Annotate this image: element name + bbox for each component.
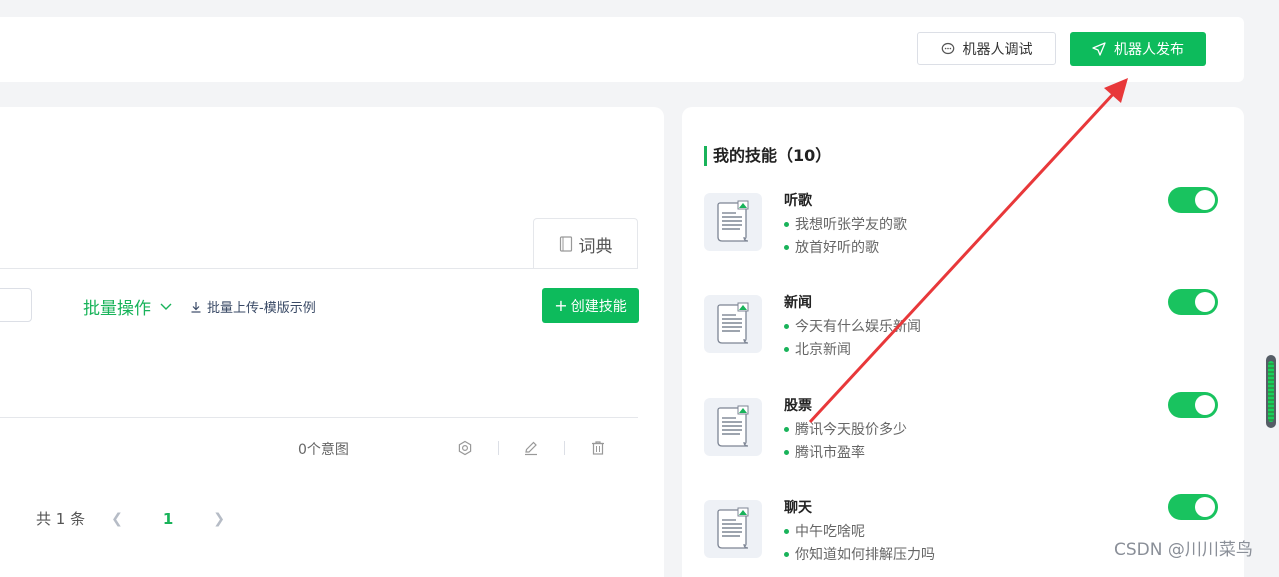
skill-example: 北京新闻 xyxy=(784,339,851,359)
skill-example: 放首好听的歌 xyxy=(784,237,879,257)
batch-upload-label: 批量上传-模版示例 xyxy=(207,301,316,316)
document-icon xyxy=(704,398,762,456)
skill-example-text: 腾讯市盈率 xyxy=(795,445,865,461)
edit-icon[interactable] xyxy=(523,440,539,456)
skill-example-text: 你知道如何排解压力吗 xyxy=(795,547,935,563)
gear-icon[interactable] xyxy=(457,440,473,456)
skill-toggle[interactable] xyxy=(1168,392,1218,418)
tab-dictionary[interactable]: 词典 xyxy=(533,218,638,269)
batch-operation-label: 批量操作 xyxy=(83,299,151,319)
skill-example-text: 北京新闻 xyxy=(795,342,851,358)
pagination: 共 1 条 ❮ 1 ❯ xyxy=(36,508,225,529)
skill-name: 股票 xyxy=(784,398,812,414)
my-skills-title: 我的技能（10） xyxy=(704,146,831,166)
bullet-dot xyxy=(784,346,789,352)
scrollbar-grip xyxy=(1268,361,1274,422)
toggle-knob xyxy=(1195,292,1215,312)
book-icon xyxy=(559,236,572,252)
divider xyxy=(498,441,499,455)
send-icon xyxy=(1092,42,1106,56)
batch-operation-dropdown[interactable]: 批量操作 xyxy=(83,294,173,319)
document-icon xyxy=(704,193,762,251)
watermark: CSDN @川川菜鸟 xyxy=(1114,540,1253,560)
bullet-dot xyxy=(784,426,789,432)
chevron-right-icon[interactable]: ❯ xyxy=(213,511,225,527)
plus-icon: + xyxy=(554,296,568,315)
chevron-down-icon xyxy=(160,303,172,310)
skill-example: 腾讯今天股价多少 xyxy=(784,419,907,439)
toggle-knob xyxy=(1195,497,1215,517)
intent-count: 0个意图 xyxy=(298,442,349,458)
skill-example: 中午吃啥呢 xyxy=(784,521,865,541)
scrollbar-thumb[interactable] xyxy=(1266,355,1276,428)
skill-example-text: 中午吃啥呢 xyxy=(795,524,865,540)
skill-item[interactable]: 听歌 我想听张学友的歌 放首好听的歌 xyxy=(704,187,1218,263)
top-toolbar xyxy=(0,17,1244,82)
skill-name: 听歌 xyxy=(784,193,812,209)
create-skill-label: 创建技能 xyxy=(570,298,627,315)
skill-example: 你知道如何排解压力吗 xyxy=(784,544,935,564)
divider xyxy=(564,441,565,455)
bullet-dot xyxy=(784,323,789,329)
bullet-dot xyxy=(784,244,789,250)
skill-example: 腾讯市盈率 xyxy=(784,442,865,462)
skill-toggle[interactable] xyxy=(1168,187,1218,213)
skill-example-text: 放首好听的歌 xyxy=(795,240,879,256)
trash-icon[interactable] xyxy=(590,440,606,456)
toggle-knob xyxy=(1195,190,1215,210)
chevron-left-icon[interactable]: ❮ xyxy=(111,511,123,527)
chat-bubble-icon xyxy=(941,42,954,54)
skill-name: 聊天 xyxy=(784,500,812,516)
robot-debug-label: 机器人调试 xyxy=(962,41,1033,58)
skill-name: 新闻 xyxy=(784,295,812,311)
search-input[interactable] xyxy=(0,288,32,322)
toggle-knob xyxy=(1195,395,1215,415)
skill-example: 今天有什么娱乐新闻 xyxy=(784,316,921,336)
download-icon xyxy=(191,301,201,313)
bullet-dot xyxy=(784,528,789,534)
skill-toggle[interactable] xyxy=(1168,494,1218,520)
divider xyxy=(0,268,638,269)
robot-publish-button[interactable]: 机器人发布 xyxy=(1070,32,1206,66)
skill-example: 我想听张学友的歌 xyxy=(784,214,907,234)
skill-item[interactable]: 股票 腾讯今天股价多少 腾讯市盈率 xyxy=(704,392,1218,468)
skill-example-text: 今天有什么娱乐新闻 xyxy=(795,319,921,335)
create-skill-button[interactable]: + 创建技能 xyxy=(542,288,639,323)
skill-example-text: 腾讯今天股价多少 xyxy=(795,422,907,438)
bullet-dot xyxy=(784,221,789,227)
document-icon xyxy=(704,295,762,353)
skill-toggle[interactable] xyxy=(1168,289,1218,315)
divider xyxy=(0,417,638,418)
skill-item[interactable]: 新闻 今天有什么娱乐新闻 北京新闻 xyxy=(704,289,1218,365)
pagination-total: 共 1 条 xyxy=(36,510,86,528)
skill-example-text: 我想听张学友的歌 xyxy=(795,217,907,233)
bullet-dot xyxy=(784,551,789,557)
bullet-dot xyxy=(784,449,789,455)
robot-publish-label: 机器人发布 xyxy=(1114,42,1184,58)
tab-dictionary-label: 词典 xyxy=(578,236,613,257)
batch-upload-template-link[interactable]: 批量上传-模版示例 xyxy=(190,297,316,316)
robot-debug-button[interactable]: 机器人调试 xyxy=(917,32,1056,65)
page-number-current[interactable]: 1 xyxy=(163,510,173,528)
document-icon xyxy=(704,500,762,558)
skill-workspace-panel xyxy=(0,107,664,577)
